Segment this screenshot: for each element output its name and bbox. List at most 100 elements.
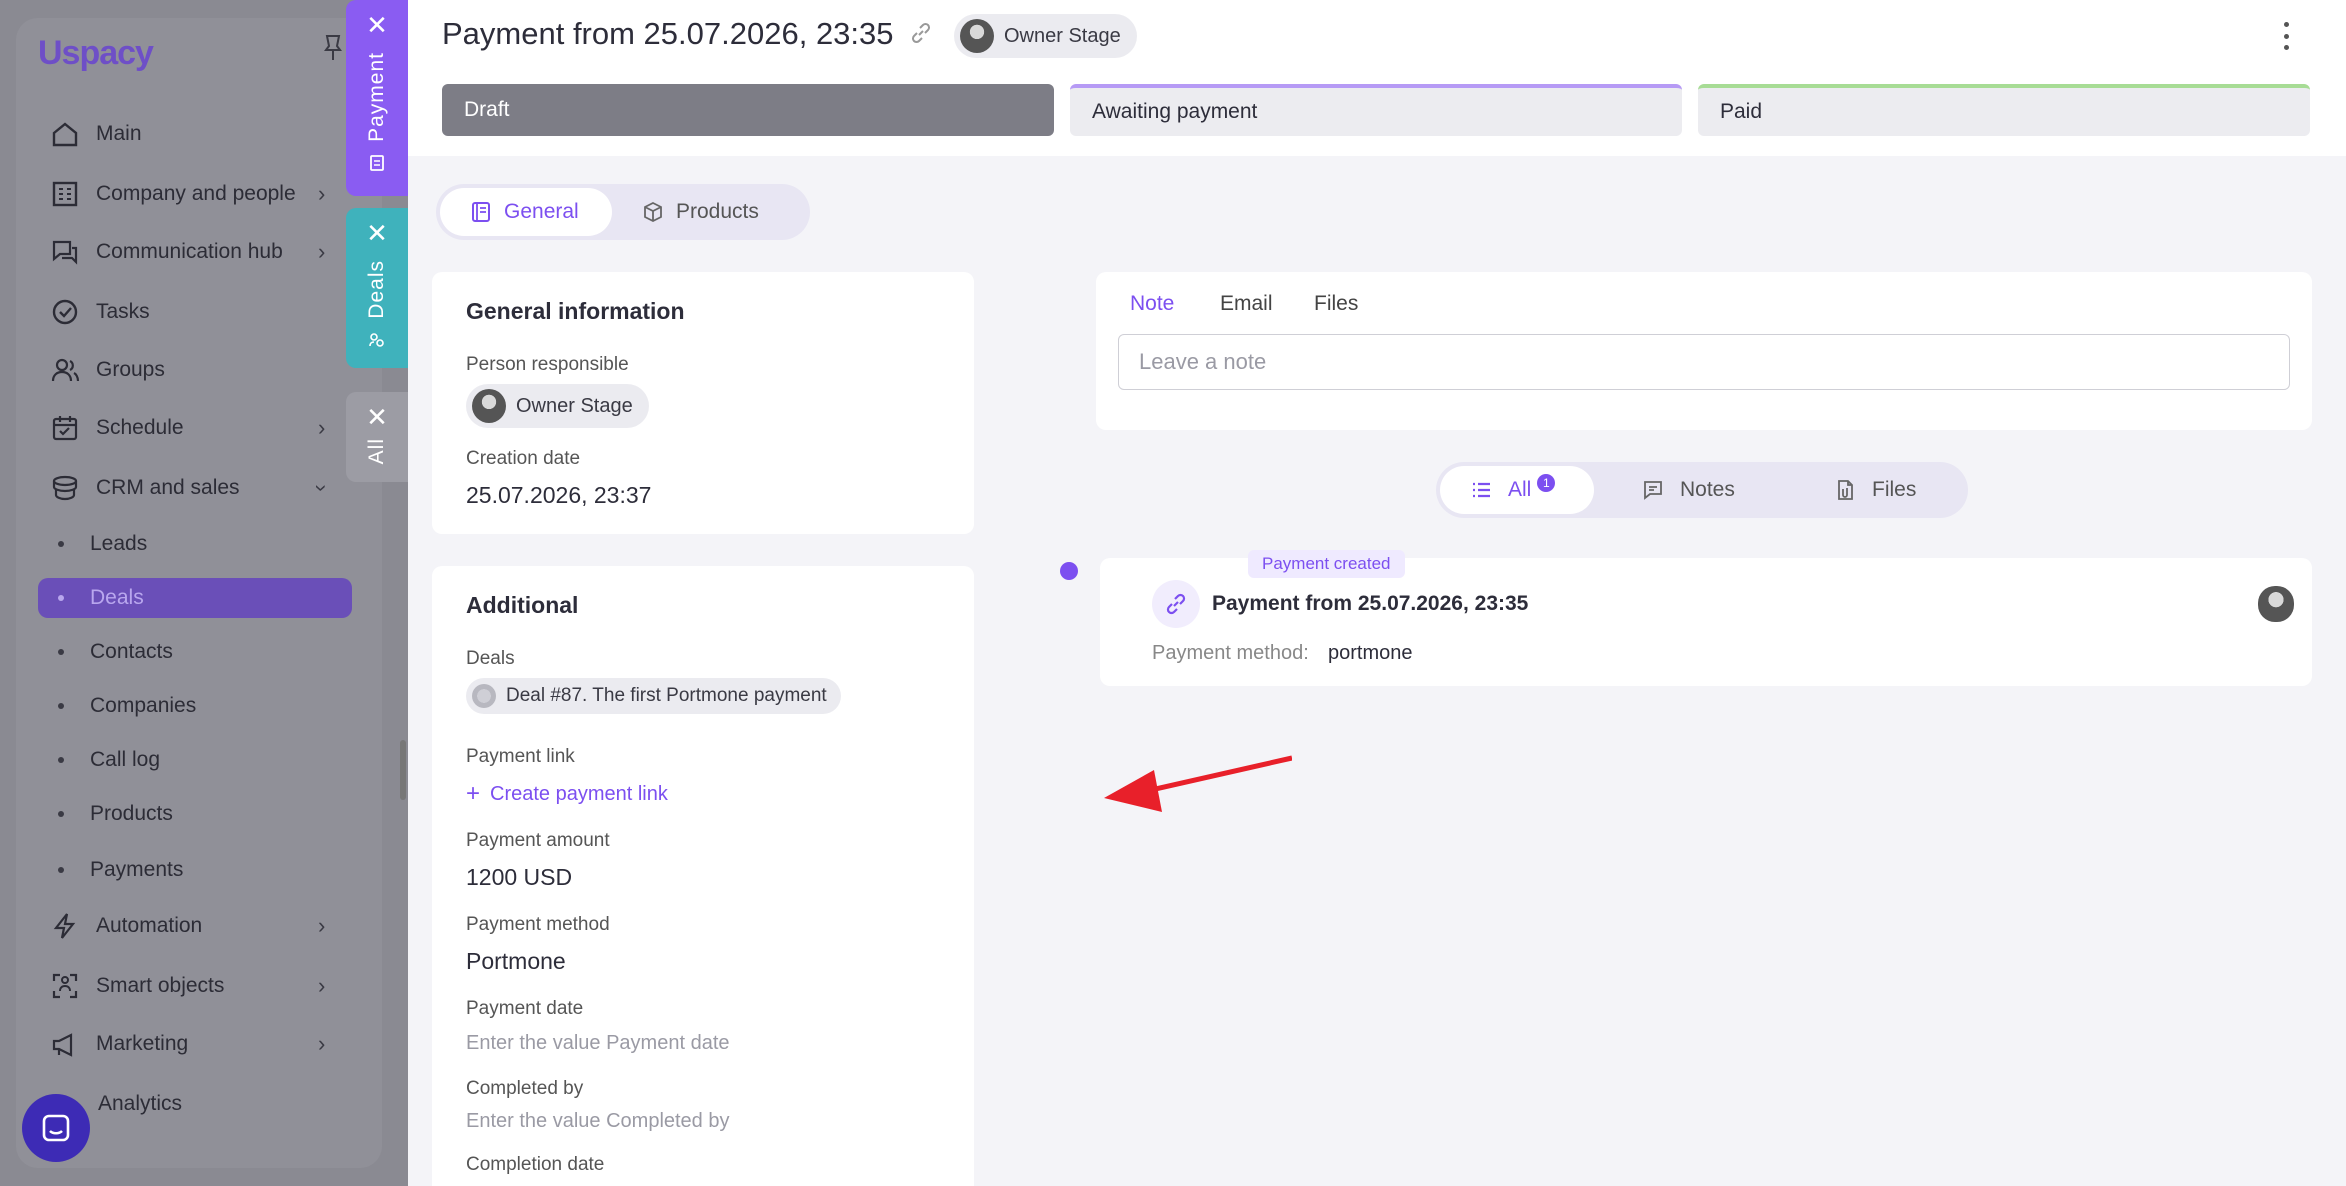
receipt-icon <box>370 154 384 171</box>
more-menu-icon[interactable] <box>2280 22 2292 50</box>
payment-date-input[interactable]: Enter the value Payment date <box>466 1032 730 1055</box>
sidebar-item-tasks[interactable]: Tasks <box>48 292 150 332</box>
timeline-event-card[interactable]: Payment created Payment from 25.07.2026,… <box>1100 550 2312 686</box>
sidebar-sub-call-log[interactable]: Call log <box>58 740 160 780</box>
deal-chip[interactable]: Deal #87. The first Portmone payment <box>466 678 841 714</box>
sidebar-scrollbar[interactable] <box>400 740 406 800</box>
sidebar-item-schedule[interactable]: Schedule › <box>48 408 325 448</box>
payment-method-value[interactable]: Portmone <box>466 948 566 975</box>
person-responsible-chip[interactable]: Owner Stage <box>466 384 649 428</box>
sidebar-sub-contacts[interactable]: Contacts <box>58 632 173 672</box>
field-label: Payment amount <box>466 830 610 851</box>
sidebar-sub-products[interactable]: Products <box>58 794 173 834</box>
vtab-all[interactable]: ✕ All <box>346 392 408 482</box>
completed-by-input[interactable]: Enter the value Completed by <box>466 1110 730 1133</box>
close-icon[interactable]: ✕ <box>366 12 388 38</box>
scan-icon <box>48 969 82 1003</box>
sidebar-item-label: Communication hub <box>96 240 283 263</box>
avatar <box>960 19 994 53</box>
sidebar-item-label: Tasks <box>96 300 150 323</box>
payment-amount-value[interactable]: 1200 USD <box>466 864 572 891</box>
count-badge: 1 <box>1537 474 1556 492</box>
sidebar-sub-leads[interactable]: Leads <box>58 524 147 564</box>
create-payment-link-button[interactable]: + Create payment link <box>466 780 668 808</box>
field-label: Completion date <box>466 1154 605 1175</box>
sidebar-item-main[interactable]: Main <box>48 114 142 154</box>
general-info-card: General information Person responsible O… <box>432 272 974 534</box>
create-link-label: Create payment link <box>490 782 668 805</box>
building-icon <box>48 177 82 211</box>
sidebar-sub-payments[interactable]: Payments <box>58 850 183 890</box>
field-label: Deals <box>466 648 515 669</box>
payment-link-icon <box>1152 580 1200 628</box>
sidebar-item-label: Companies <box>90 694 197 717</box>
sidebar-item-label: Call log <box>90 748 161 771</box>
deal-icon <box>369 332 384 347</box>
sidebar-item-company[interactable]: Company and people › <box>48 174 325 214</box>
tab-email[interactable]: Email <box>1220 292 1273 316</box>
event-method-label: Payment method: <box>1152 642 1309 664</box>
tab-files[interactable]: Files <box>1314 292 1358 316</box>
filter-label: Notes <box>1680 478 1735 501</box>
logo[interactable]: Uspacy <box>38 34 154 73</box>
link-icon[interactable] <box>908 20 934 46</box>
filter-notes[interactable]: Notes <box>1642 466 1735 514</box>
box-icon <box>644 201 662 223</box>
sidebar-sub-deals[interactable]: Deals <box>38 578 352 618</box>
event-method-value: portmone <box>1328 642 1413 664</box>
stage-paid[interactable]: Paid <box>1698 84 2310 136</box>
sidebar-item-label: Leads <box>90 532 148 555</box>
support-chat-button[interactable] <box>22 1094 90 1162</box>
sidebar-item-groups[interactable]: Groups <box>48 350 165 390</box>
main-content: Payment from 25.07.2026, 23:35 Owner Sta… <box>408 0 2346 1186</box>
owner-chip[interactable]: Owner Stage <box>954 14 1137 58</box>
pin-icon[interactable] <box>324 34 342 62</box>
sidebar-item-crm[interactable]: CRM and sales › <box>48 468 335 508</box>
sidebar-item-label: Products <box>90 802 173 825</box>
filter-all[interactable]: All 1 <box>1440 466 1594 514</box>
document-icon <box>472 202 490 222</box>
vtab-label: All <box>365 438 388 465</box>
field-label: Payment method <box>466 914 610 935</box>
vtab-payment[interactable]: ✕ Payment <box>346 0 408 196</box>
plus-icon: + <box>466 780 481 807</box>
chat-bubble-icon <box>42 1114 70 1142</box>
field-label: Person responsible <box>466 354 629 375</box>
deal-avatar <box>472 684 496 708</box>
sidebar-item-automation[interactable]: Automation › <box>48 906 325 946</box>
sidebar-item-smart-objects[interactable]: Smart objects › <box>48 966 325 1006</box>
filter-files[interactable]: Files <box>1834 466 1916 514</box>
bullet-icon <box>58 867 64 873</box>
chevron-right-icon: › <box>318 181 326 206</box>
additional-card: Additional Deals Deal #87. The first Por… <box>432 566 974 1186</box>
sidebar-item-label: Marketing <box>96 1032 189 1055</box>
close-icon[interactable]: ✕ <box>366 404 388 430</box>
event-title[interactable]: Payment from 25.07.2026, 23:35 <box>1212 592 1528 616</box>
sidebar-item-analytics[interactable]: Analytics <box>98 1084 182 1124</box>
tab-products[interactable]: Products <box>620 188 800 236</box>
chevron-right-icon: › <box>318 1031 326 1056</box>
bullet-icon <box>58 595 64 601</box>
stage-draft[interactable]: Draft <box>442 84 1054 136</box>
sidebar-sub-companies[interactable]: Companies <box>58 686 196 726</box>
sidebar-item-label: Company and people <box>96 182 296 205</box>
sidebar-item-communication[interactable]: Communication hub › <box>48 232 325 272</box>
megaphone-icon <box>48 1027 82 1061</box>
card-title: General information <box>466 298 685 324</box>
field-label: Payment link <box>466 746 575 767</box>
users-icon <box>48 353 82 387</box>
note-card: Note Email Files <box>1096 272 2312 430</box>
stage-awaiting-payment[interactable]: Awaiting payment <box>1070 84 1682 136</box>
chevron-down-icon: › <box>309 484 335 492</box>
filter-label: Files <box>1872 478 1917 501</box>
tab-note[interactable]: Note <box>1130 292 1174 316</box>
tab-general[interactable]: General <box>440 188 612 236</box>
coins-icon <box>48 471 82 505</box>
vtab-deals[interactable]: ✕ Deals <box>346 208 408 368</box>
tab-label: General <box>504 200 579 223</box>
sidebar-item-label: Automation <box>96 914 203 937</box>
close-icon[interactable]: ✕ <box>366 220 388 246</box>
sidebar-item-marketing[interactable]: Marketing › <box>48 1024 325 1064</box>
note-input[interactable] <box>1118 334 2290 390</box>
avatar[interactable] <box>2258 586 2294 622</box>
